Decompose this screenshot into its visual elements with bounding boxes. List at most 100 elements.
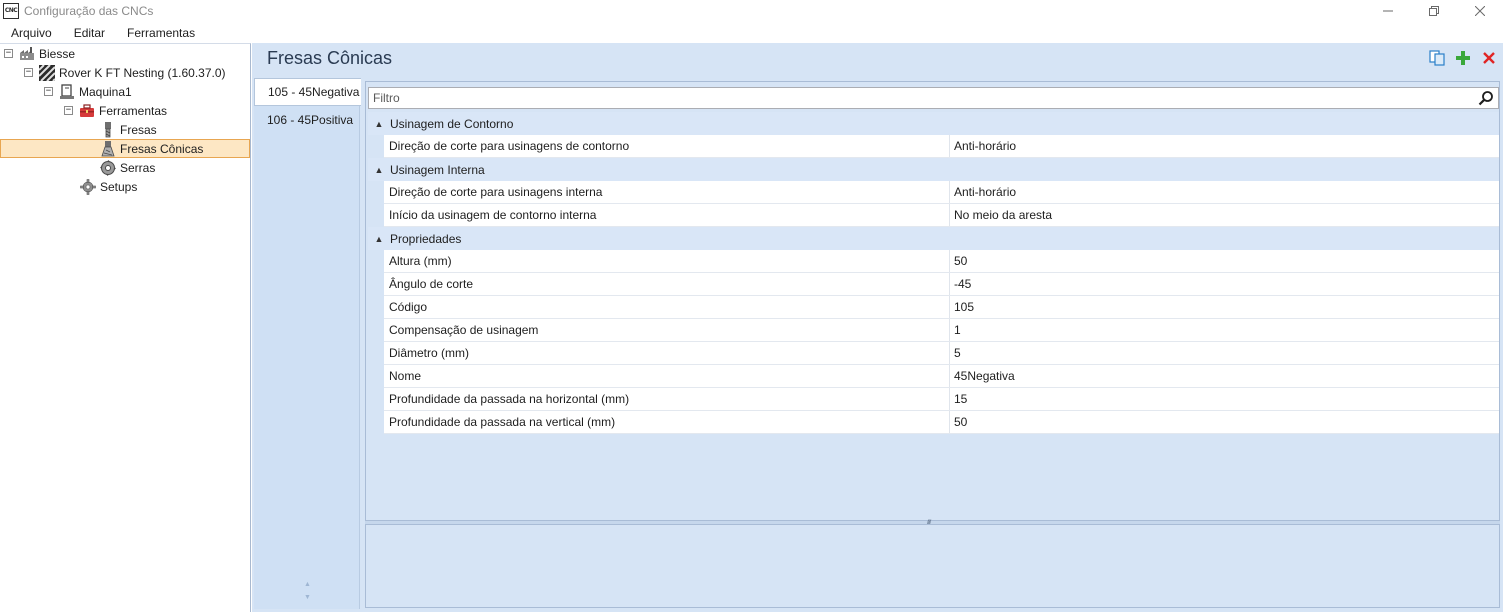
- category-header[interactable]: ▲ Usinagem de Contorno: [368, 112, 1499, 135]
- page-title: Fresas Cônicas: [267, 48, 393, 68]
- property-name: Compensação de usinagem: [384, 319, 950, 341]
- property-row[interactable]: Direção de corte para usinagens interna …: [384, 181, 1499, 204]
- property-name: Altura (mm): [384, 250, 950, 272]
- close-icon: [1475, 6, 1485, 16]
- property-value[interactable]: 45Negativa: [950, 365, 1499, 387]
- toolbox-icon: [79, 103, 95, 119]
- copy-button[interactable]: [1428, 49, 1445, 66]
- window-controls: [1365, 0, 1503, 22]
- machine-stripes-icon: [39, 64, 55, 81]
- property-grid: ▲ Usinagem de Contorno Direção de corte …: [365, 81, 1500, 521]
- menu-bar: Arquivo Editar Ferramentas: [0, 23, 1503, 43]
- property-value[interactable]: -45: [950, 273, 1499, 295]
- tree-item-maquina1[interactable]: − Maquina1: [44, 82, 132, 101]
- property-row[interactable]: Código 105: [384, 296, 1499, 319]
- conical-bit-icon: [100, 140, 116, 157]
- tree-item-fresas[interactable]: Fresas: [100, 120, 157, 139]
- description-pane: [365, 525, 1500, 608]
- tree-item-label: Serras: [120, 160, 156, 175]
- minimize-button[interactable]: [1365, 0, 1411, 22]
- window-title: Configuração das CNCs: [24, 4, 154, 18]
- tree-item-setups[interactable]: Setups: [80, 177, 137, 196]
- copy-icon: [1428, 49, 1445, 66]
- menu-arquivo[interactable]: Arquivo: [0, 26, 63, 40]
- add-icon: [1455, 50, 1470, 65]
- property-name: Profundidade da passada na vertical (mm): [384, 411, 950, 433]
- restore-button[interactable]: [1411, 0, 1457, 22]
- scroll-arrows: ▲ ▼: [304, 581, 311, 601]
- property-name: Código: [384, 296, 950, 318]
- property-value[interactable]: 105: [950, 296, 1499, 318]
- category-label: Usinagem Interna: [390, 162, 485, 177]
- tree-item-label: Maquina1: [79, 84, 132, 99]
- tree-item-ferramentas[interactable]: − Ferramentas: [64, 101, 167, 120]
- tree-item-fresas-conicas[interactable]: Fresas Cônicas: [0, 139, 250, 158]
- property-row[interactable]: Profundidade da passada na vertical (mm)…: [384, 411, 1499, 434]
- tree-item-biesse[interactable]: − Biesse: [4, 44, 75, 63]
- property-value[interactable]: 50: [950, 250, 1499, 272]
- collapse-icon[interactable]: −: [64, 106, 73, 115]
- category-label: Usinagem de Contorno: [390, 116, 514, 131]
- collapse-icon[interactable]: −: [24, 68, 33, 77]
- filter-box: [368, 87, 1499, 109]
- property-value[interactable]: No meio da aresta: [950, 204, 1499, 226]
- filter-input[interactable]: [373, 91, 1477, 105]
- property-name: Direção de corte para usinagens interna: [384, 181, 950, 203]
- collapse-caret-icon[interactable]: ▲: [370, 165, 388, 175]
- drill-bit-icon: [100, 121, 116, 138]
- property-value[interactable]: 15: [950, 388, 1499, 410]
- tree-item-serras[interactable]: Serras: [100, 158, 155, 177]
- tool-list-item[interactable]: 105 - 45Negativa: [254, 78, 361, 106]
- menu-editar[interactable]: Editar: [63, 26, 116, 40]
- category-header[interactable]: ▲ Propriedades: [368, 227, 1499, 250]
- restore-icon: [1429, 6, 1439, 16]
- minimize-icon: [1383, 10, 1393, 12]
- saw-blade-icon: [100, 159, 116, 176]
- property-value[interactable]: Anti-horário: [950, 135, 1499, 157]
- property-row[interactable]: Altura (mm) 50: [384, 250, 1499, 273]
- property-value[interactable]: Anti-horário: [950, 181, 1499, 203]
- property-value[interactable]: 5: [950, 342, 1499, 364]
- scroll-up-icon[interactable]: ▲: [304, 581, 311, 588]
- tree-item-label: Setups: [100, 179, 138, 194]
- tree-item-label: Biesse: [39, 46, 76, 61]
- property-row[interactable]: Início da usinagem de contorno interna N…: [384, 204, 1499, 227]
- property-name: Direção de corte para usinagens de conto…: [384, 135, 950, 157]
- scroll-down-icon[interactable]: ▼: [304, 594, 311, 601]
- factory-icon: [19, 46, 35, 62]
- machine-icon: [59, 83, 75, 100]
- tree-item-label: Fresas Cônicas: [120, 141, 204, 156]
- property-row[interactable]: Direção de corte para usinagens de conto…: [384, 135, 1499, 158]
- property-name: Ângulo de corte: [384, 273, 950, 295]
- property-row[interactable]: Compensação de usinagem 1: [384, 319, 1499, 342]
- navigation-tree: − Biesse − Rover K FT Nesting (1.60.37.0…: [0, 43, 251, 612]
- add-button[interactable]: [1454, 49, 1471, 66]
- collapse-icon[interactable]: −: [4, 49, 13, 58]
- collapse-caret-icon[interactable]: ▲: [370, 234, 388, 244]
- menu-ferramentas[interactable]: Ferramentas: [116, 26, 206, 40]
- tree-item-label: Rover K FT Nesting (1.60.37.0): [59, 65, 226, 80]
- property-value[interactable]: 1: [950, 319, 1499, 341]
- property-name: Início da usinagem de contorno interna: [384, 204, 950, 226]
- search-icon[interactable]: [1477, 89, 1495, 107]
- category-label: Propriedades: [390, 231, 462, 246]
- property-row[interactable]: Ângulo de corte -45: [384, 273, 1499, 296]
- property-value[interactable]: 50: [950, 411, 1499, 433]
- tree-item-rover[interactable]: − Rover K FT Nesting (1.60.37.0): [24, 63, 226, 82]
- collapse-caret-icon[interactable]: ▲: [370, 119, 388, 129]
- gear-icon: [80, 178, 96, 195]
- tree-item-label: Ferramentas: [99, 103, 168, 118]
- tool-list-item[interactable]: 106 - 45Positiva: [254, 106, 359, 134]
- title-bar: CNC Configuração das CNCs: [0, 0, 1503, 22]
- category-header[interactable]: ▲ Usinagem Interna: [368, 158, 1499, 181]
- property-name: Diâmetro (mm): [384, 342, 950, 364]
- property-row[interactable]: Profundidade da passada na horizontal (m…: [384, 388, 1499, 411]
- content-panel: Fresas Cônicas 105 - 45Negativa 106 - 45…: [252, 43, 1503, 612]
- collapse-icon[interactable]: −: [44, 87, 53, 96]
- delete-button[interactable]: [1480, 49, 1497, 66]
- property-row[interactable]: Diâmetro (mm) 5: [384, 342, 1499, 365]
- close-button[interactable]: [1457, 0, 1503, 22]
- delete-icon: [1482, 51, 1495, 64]
- property-row[interactable]: Nome 45Negativa: [384, 365, 1499, 388]
- tree-item-label: Fresas: [120, 122, 157, 137]
